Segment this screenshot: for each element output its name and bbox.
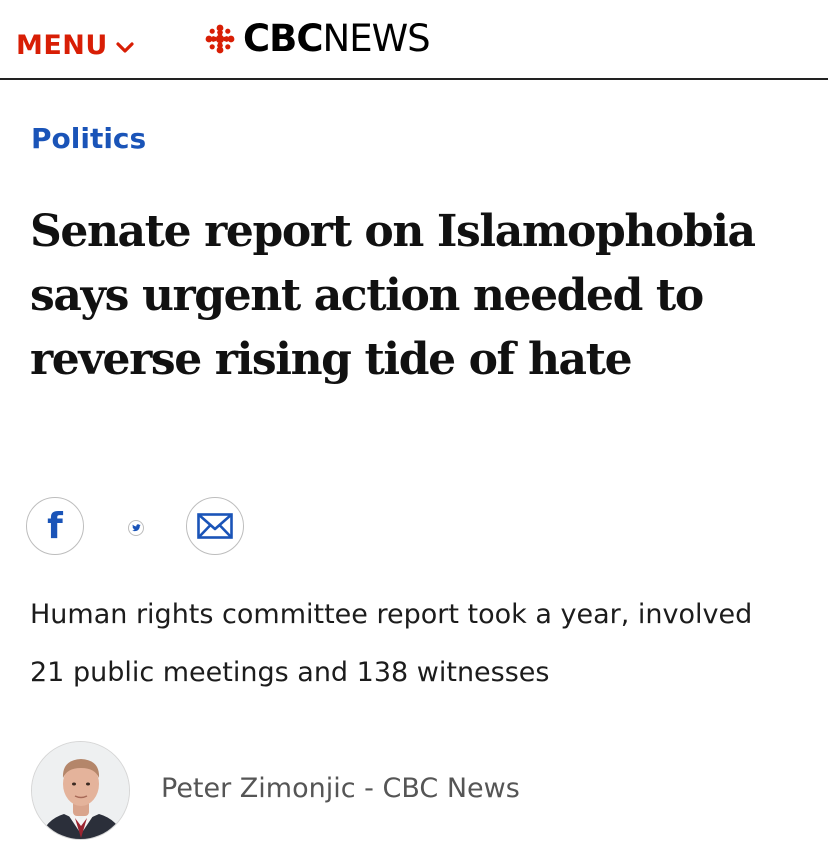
share-twitter-button[interactable] — [128, 520, 144, 536]
top-navigation-bar: MENU CBCNEWS — [0, 0, 828, 80]
email-icon — [197, 513, 233, 539]
menu-label: MENU — [16, 30, 108, 61]
chevron-down-icon — [116, 41, 134, 53]
article-summary: Human rights committee report took a yea… — [30, 599, 753, 688]
logo-wordmark: CBCNEWS — [243, 17, 431, 60]
share-facebook-button[interactable]: f — [26, 497, 84, 555]
menu-button[interactable]: MENU — [16, 30, 134, 61]
author-photo — [32, 742, 129, 839]
author-byline[interactable]: Peter Zimonjic - CBC News — [161, 773, 520, 804]
share-email-button[interactable] — [186, 497, 244, 555]
section-link-politics[interactable]: Politics — [31, 122, 146, 155]
facebook-icon: f — [47, 506, 63, 547]
logo-news-text: NEWS — [322, 17, 431, 60]
article-headline: Senate report on Islamophobia says urgen… — [30, 206, 756, 385]
twitter-icon — [131, 524, 141, 532]
cbc-gem-icon — [205, 24, 235, 54]
logo-cbc-text: CBC — [243, 17, 324, 60]
cbc-news-logo[interactable]: CBCNEWS — [203, 17, 431, 60]
author-avatar[interactable] — [31, 741, 130, 840]
